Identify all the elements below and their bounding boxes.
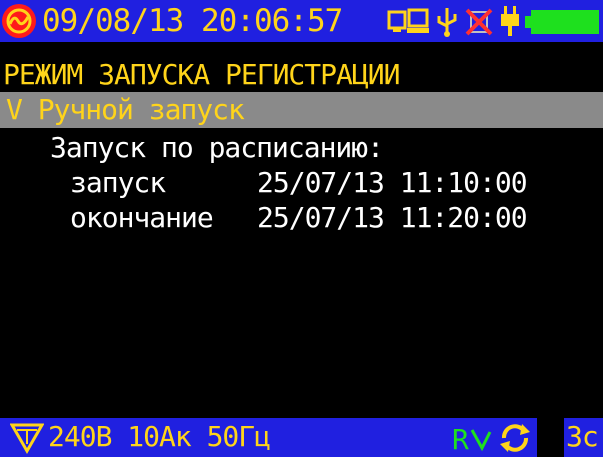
menu-item-manual-start[interactable]: V Ручной запуск [0,92,603,128]
interval-readout: 3с [566,420,599,453]
recording-icon: R [452,423,492,454]
end-label: окончание [70,201,214,234]
svg-text:R: R [452,423,469,454]
start-label: запуск [70,166,166,199]
logo-icon [2,4,36,38]
page-title: РЕЖИМ ЗАПУСКА РЕГИСТРАЦИИ [3,58,400,91]
menu-item-label: V Ручной запуск [6,93,245,126]
status-bar: 09/08/13 20:06:57 [0,0,603,42]
refresh-icon [500,424,530,452]
measurement-readout: 240В 10Ак 50Гц [48,420,271,453]
usb-icon [437,8,457,37]
start-value[interactable]: 25/07/13 11:10:00 [257,166,528,200]
display-link-icon [387,8,429,33]
schedule-heading[interactable]: Запуск по расписанию: [50,131,384,165]
battery-icon [525,10,599,34]
power-plug-icon [501,6,519,36]
separator-block [537,418,564,457]
end-value[interactable]: 25/07/13 11:20:00 [257,201,528,235]
date-time: 09/08/13 20:06:57 [42,3,343,39]
wiring-triangle-icon [10,423,44,454]
card-disabled-icon [465,8,493,36]
bottom-bar: 240В 10Ак 50Гц R 3с [0,418,603,457]
